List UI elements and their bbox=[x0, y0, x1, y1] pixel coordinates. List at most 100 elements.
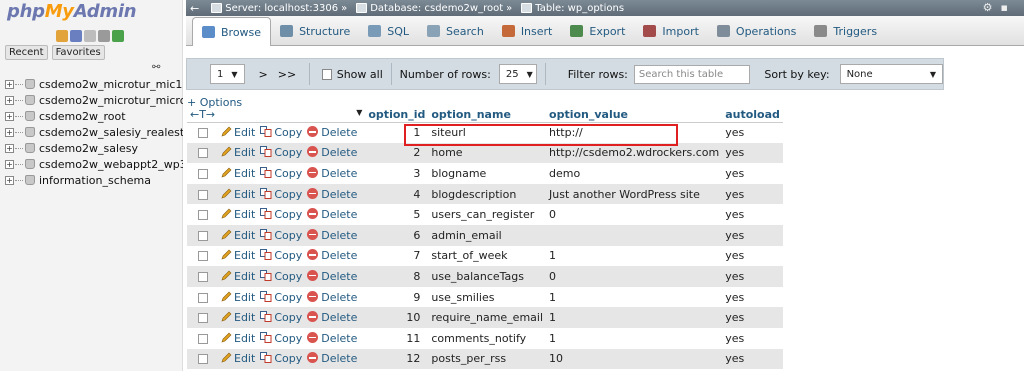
row-checkbox[interactable] bbox=[198, 148, 208, 159]
recent-tab[interactable]: Recent bbox=[5, 45, 48, 60]
edit-link[interactable]: Edit bbox=[221, 208, 255, 221]
cell-autoload[interactable]: yes bbox=[722, 307, 783, 328]
tree-item[interactable]: + csdemo2w_microtur_microturnble bbox=[5, 92, 183, 108]
cell-option-id[interactable]: 10 bbox=[365, 307, 429, 328]
page-select[interactable]: 1 ▼ bbox=[210, 64, 245, 84]
cell-option-id[interactable]: 11 bbox=[365, 327, 429, 349]
tab-search[interactable]: Search bbox=[418, 17, 493, 45]
breadcrumb-table[interactable]: Table: wp_options bbox=[535, 3, 624, 14]
expand-icon[interactable]: + bbox=[5, 127, 14, 137]
cell-option-id[interactable]: 12 bbox=[365, 348, 429, 370]
tab-triggers[interactable]: Triggers bbox=[805, 17, 886, 45]
delete-link[interactable]: Delete bbox=[307, 187, 357, 201]
tab-operations[interactable]: Operations bbox=[708, 17, 805, 45]
cell-option-name[interactable]: blogname bbox=[428, 163, 547, 184]
tree-item[interactable]: + csdemo2w_microtur_mic1802010 bbox=[5, 76, 183, 92]
cell-option-id[interactable]: 6 bbox=[365, 224, 429, 246]
edit-link[interactable]: Edit bbox=[221, 167, 255, 180]
edit-link[interactable]: Edit bbox=[221, 126, 255, 139]
cell-option-name[interactable]: admin_email bbox=[428, 224, 547, 246]
cell-option-name[interactable]: users_can_register bbox=[428, 204, 547, 225]
show-all-checkbox[interactable] bbox=[322, 68, 332, 80]
cell-autoload[interactable]: yes bbox=[722, 266, 783, 287]
next-page-button[interactable]: > bbox=[259, 68, 268, 81]
copy-link[interactable]: Copy bbox=[260, 290, 302, 304]
header-option-value[interactable]: option_value bbox=[546, 108, 723, 123]
cell-option-id[interactable]: 9 bbox=[365, 286, 429, 308]
copy-link[interactable]: Copy bbox=[260, 208, 302, 221]
cell-autoload[interactable]: yes bbox=[722, 142, 783, 164]
row-checkbox[interactable] bbox=[198, 210, 208, 221]
cell-autoload[interactable]: yes bbox=[722, 286, 783, 308]
tree-item-label[interactable]: csdemo2w_webappt2_wp343 bbox=[39, 158, 183, 171]
tab-import[interactable]: Import bbox=[634, 17, 708, 45]
tree-item-label[interactable]: csdemo2w_microtur_mic1802010 bbox=[39, 78, 183, 91]
edit-link[interactable]: Edit bbox=[221, 332, 255, 345]
row-checkbox[interactable] bbox=[198, 168, 208, 179]
tree-item-label[interactable]: csdemo2w_salesiy_realestate bbox=[39, 126, 183, 139]
rows-select[interactable]: 25 ▼ bbox=[498, 64, 537, 84]
edit-link[interactable]: Edit bbox=[221, 352, 255, 365]
delete-link[interactable]: Delete bbox=[307, 352, 357, 365]
settings-gear-icon[interactable]: ⚙▪ bbox=[983, 1, 1016, 14]
copy-link[interactable]: Copy bbox=[260, 269, 302, 283]
delete-link[interactable]: Delete bbox=[307, 166, 357, 180]
breadcrumb-server[interactable]: Server: localhost:3306 bbox=[225, 3, 338, 14]
cell-autoload[interactable]: yes bbox=[722, 122, 783, 143]
cell-option-name[interactable]: siteurl bbox=[428, 122, 547, 143]
copy-link[interactable]: Copy bbox=[260, 166, 302, 180]
cell-option-name[interactable]: comments_notify bbox=[428, 327, 547, 349]
cell-option-id[interactable]: 2 bbox=[365, 142, 429, 164]
expand-icon[interactable]: + bbox=[5, 175, 14, 185]
tree-item[interactable]: + csdemo2w_salesiy_realestate bbox=[5, 124, 183, 140]
cell-option-value[interactable]: 0 bbox=[546, 204, 723, 225]
cell-option-id[interactable]: 7 bbox=[365, 245, 429, 267]
docs-icon[interactable] bbox=[84, 30, 96, 42]
cell-autoload[interactable]: yes bbox=[722, 327, 783, 349]
cell-option-value[interactable]: 1 bbox=[546, 327, 723, 349]
row-checkbox[interactable] bbox=[198, 251, 208, 262]
delete-link[interactable]: Delete bbox=[307, 146, 357, 159]
delete-link[interactable]: Delete bbox=[307, 208, 357, 221]
tab-export[interactable]: Export bbox=[561, 17, 634, 45]
row-checkbox[interactable] bbox=[198, 230, 208, 241]
cell-option-name[interactable]: require_name_email bbox=[428, 307, 547, 328]
header-option-name[interactable]: option_name bbox=[428, 108, 547, 123]
copy-link[interactable]: Copy bbox=[260, 352, 302, 365]
tree-item[interactable]: + csdemo2w_salesy bbox=[5, 140, 183, 156]
cell-autoload[interactable]: yes bbox=[722, 245, 783, 267]
cell-option-value[interactable]: 1 bbox=[546, 245, 723, 267]
cell-option-name[interactable]: posts_per_rss bbox=[428, 348, 547, 370]
copy-link[interactable]: Copy bbox=[260, 228, 302, 242]
edit-link[interactable]: Edit bbox=[221, 188, 255, 201]
cell-option-value[interactable]: Just another WordPress site bbox=[546, 183, 723, 205]
expand-icon[interactable]: + bbox=[5, 111, 14, 121]
tree-item-label[interactable]: information_schema bbox=[39, 174, 151, 187]
cell-option-name[interactable]: use_smilies bbox=[428, 286, 547, 308]
tab-sql[interactable]: SQL bbox=[359, 17, 418, 45]
copy-link[interactable]: Copy bbox=[260, 126, 302, 139]
settings-icon[interactable] bbox=[98, 30, 110, 42]
cell-autoload[interactable]: yes bbox=[722, 163, 783, 184]
phpmyadmin-logo[interactable]: phpMyAdmin bbox=[7, 1, 137, 22]
expand-icon[interactable]: + bbox=[5, 159, 14, 169]
row-checkbox[interactable] bbox=[198, 128, 208, 139]
row-checkbox[interactable] bbox=[198, 189, 208, 200]
copy-link[interactable]: Copy bbox=[260, 331, 302, 345]
tree-item[interactable]: + csdemo2w_webappt2_wp343 bbox=[5, 156, 183, 172]
delete-link[interactable]: Delete bbox=[307, 228, 357, 242]
cell-autoload[interactable]: yes bbox=[722, 348, 783, 370]
cell-option-id[interactable]: 8 bbox=[365, 266, 429, 287]
row-checkbox[interactable] bbox=[198, 333, 208, 344]
column-arrows[interactable]: ←T→ bbox=[190, 108, 215, 121]
row-checkbox[interactable] bbox=[198, 271, 208, 282]
cell-option-value[interactable]: demo bbox=[546, 163, 723, 184]
row-checkbox[interactable] bbox=[198, 313, 208, 324]
cell-option-name[interactable]: home bbox=[428, 142, 547, 164]
tree-item-label[interactable]: csdemo2w_microtur_microturnble bbox=[39, 94, 183, 107]
edit-link[interactable]: Edit bbox=[221, 229, 255, 242]
edit-link[interactable]: Edit bbox=[221, 291, 255, 304]
favorites-tab[interactable]: Favorites bbox=[51, 45, 105, 60]
cell-option-name[interactable]: use_balanceTags bbox=[428, 266, 547, 287]
cell-option-id[interactable]: 4 bbox=[365, 183, 429, 205]
